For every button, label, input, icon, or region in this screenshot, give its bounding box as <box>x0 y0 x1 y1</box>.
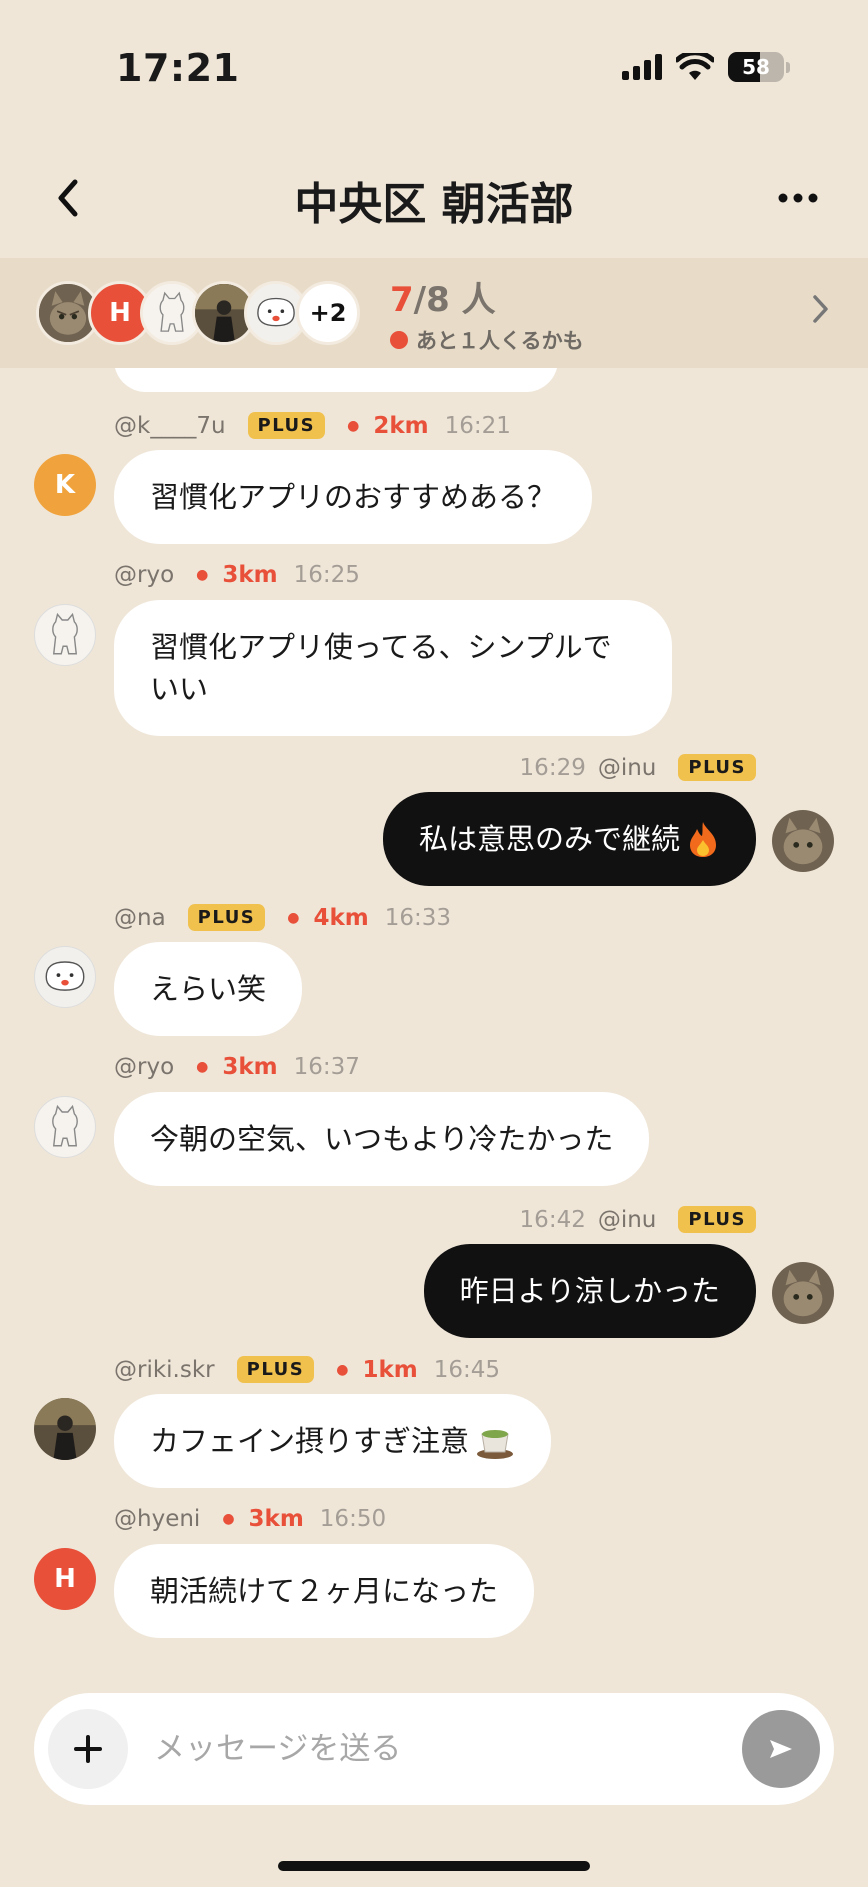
timestamp: 16:50 <box>319 1506 387 1532</box>
user-handle[interactable]: @ryo <box>114 562 174 588</box>
user-handle[interactable]: @hyeni <box>114 1506 200 1532</box>
distance: ● 2km <box>347 412 429 439</box>
message-bubble[interactable]: カフェイン摂りすぎ注意 <box>114 1394 552 1488</box>
timestamp: 16:21 <box>444 412 511 439</box>
user-handle[interactable]: @na <box>114 905 166 931</box>
battery-level: 58 <box>742 55 770 79</box>
more-horizontal-icon <box>778 193 818 203</box>
chevron-right-icon <box>813 295 828 323</box>
distance: ● 4km <box>287 904 369 931</box>
status-icons: 58 <box>622 52 790 82</box>
plus-badge: PLUS <box>247 412 326 439</box>
members-bar[interactable]: H +2 7/8 人 あと１人くるかも <box>0 258 868 368</box>
avatar[interactable] <box>772 810 834 872</box>
message-meta: 16:29 @inu PLUS <box>514 754 756 781</box>
distance: ● 1km <box>336 1356 418 1383</box>
message-bubble[interactable]: 習慣化アプリのおすすめある？ <box>114 450 593 544</box>
chat-screen: 17:21 58 中央区 朝活部 H +2 7/8 人 あと１人くるかも K @… <box>0 0 868 1887</box>
person-photo-icon <box>34 1398 96 1460</box>
message-meta: @ryo ● 3km 16:25 <box>114 562 360 588</box>
fire-icon <box>690 822 716 857</box>
message-line: 習慣化アプリ使ってる、シンプルで <box>150 630 612 664</box>
message-text: 私は意思のみで継続 <box>418 822 680 856</box>
message-composer <box>34 1693 834 1805</box>
cellular-signal-icon <box>622 54 662 80</box>
present-count: 7 <box>390 279 414 320</box>
previous-message-bubble <box>114 368 558 392</box>
status-bar: 17:21 58 <box>0 0 868 130</box>
status-time: 17:21 <box>116 46 240 90</box>
message-input[interactable] <box>128 1709 742 1789</box>
timestamp: 16:42 <box>519 1206 586 1233</box>
message-meta: 16:42 @inu PLUS <box>514 1206 756 1233</box>
timestamp: 16:45 <box>433 1356 501 1383</box>
avatar[interactable]: H <box>34 1548 96 1610</box>
user-handle[interactable]: @inu <box>598 755 657 781</box>
timestamp: 16:33 <box>384 904 452 931</box>
avatar[interactable] <box>34 1398 96 1460</box>
home-indicator[interactable] <box>278 1861 590 1871</box>
message-bubble[interactable]: 今朝の空気、いつもより冷たかった <box>114 1092 650 1186</box>
plus-badge: PLUS <box>678 754 756 781</box>
page-title: 中央区 朝活部 <box>294 179 574 230</box>
face-doodle-icon <box>45 961 85 991</box>
plus-icon <box>74 1735 102 1763</box>
user-handle[interactable]: @k____7u <box>114 413 226 439</box>
avatar[interactable]: K <box>34 454 96 516</box>
avatar[interactable] <box>34 946 96 1008</box>
count-unit: 人 <box>461 279 496 320</box>
cat-photo-icon <box>772 1262 834 1324</box>
send-icon <box>770 1740 792 1758</box>
message-meta: @riki.skr PLUS ● 1km 16:45 <box>114 1356 500 1383</box>
distance: ● 3km <box>222 1506 304 1532</box>
cat-sketch-icon <box>52 1104 78 1147</box>
distance: ● 3km <box>196 562 278 588</box>
total-count: /8 <box>413 279 450 320</box>
message-bubble[interactable]: 習慣化アプリ使ってる、シンプルで いい <box>114 600 672 736</box>
user-handle[interactable]: @inu <box>598 1207 657 1233</box>
avatar[interactable] <box>34 604 96 666</box>
message-bubble[interactable]: 朝活続けて２ヶ月になった <box>114 1544 535 1638</box>
member-count: 7/8 人 あと１人くるかも <box>390 272 584 355</box>
message-line: いい <box>150 672 209 706</box>
more-button[interactable] <box>768 170 828 226</box>
members-chevron[interactable] <box>812 294 830 328</box>
message-meta: @hyeni ● 3km 16:50 <box>114 1506 386 1532</box>
status-dot-icon <box>390 330 408 349</box>
timestamp: 16:29 <box>519 754 586 781</box>
cat-sketch-icon <box>52 612 78 655</box>
send-button[interactable] <box>742 1710 820 1788</box>
avatar[interactable] <box>772 1262 834 1324</box>
user-handle[interactable]: @ryo <box>114 1054 174 1080</box>
message-meta: @na PLUS ● 4km 16:33 <box>114 904 451 931</box>
battery-indicator: 58 <box>728 52 784 82</box>
message-bubble[interactable]: えらい笑 <box>114 942 303 1036</box>
timestamp: 16:37 <box>293 1054 360 1080</box>
battery-nub <box>786 61 790 73</box>
plus-badge: PLUS <box>187 904 266 931</box>
distance: ● 3km <box>196 1054 278 1080</box>
message-text: 昨日より涼しかった <box>459 1274 720 1308</box>
message-meta: @ryo ● 3km 16:37 <box>114 1054 360 1080</box>
message-meta: @k____7u PLUS ● 2km 16:21 <box>114 412 511 439</box>
message-bubble[interactable]: 昨日より涼しかった <box>423 1244 756 1338</box>
message-text: カフェイン摂りすぎ注意 <box>150 1424 470 1458</box>
attach-button[interactable] <box>48 1709 128 1789</box>
member-note: あと１人くるかも <box>416 328 584 353</box>
member-avatars: H +2 <box>36 281 360 345</box>
more-members-count: +2 <box>296 281 360 345</box>
message-bubble[interactable]: 私は意思のみで継続 <box>382 792 756 886</box>
nav-bar: 中央区 朝活部 <box>0 150 868 250</box>
cat-photo-icon <box>772 810 834 872</box>
tea-icon <box>477 1430 514 1459</box>
avatar[interactable] <box>34 1096 96 1158</box>
plus-badge: PLUS <box>236 1356 315 1383</box>
user-handle[interactable]: @riki.skr <box>114 1357 215 1383</box>
wifi-icon <box>676 53 714 80</box>
chat-thread[interactable]: K @k____7u PLUS ● 2km 16:21 習慣化アプリのおすすめある… <box>0 368 868 1686</box>
timestamp: 16:25 <box>293 562 360 588</box>
plus-badge: PLUS <box>678 1206 756 1233</box>
